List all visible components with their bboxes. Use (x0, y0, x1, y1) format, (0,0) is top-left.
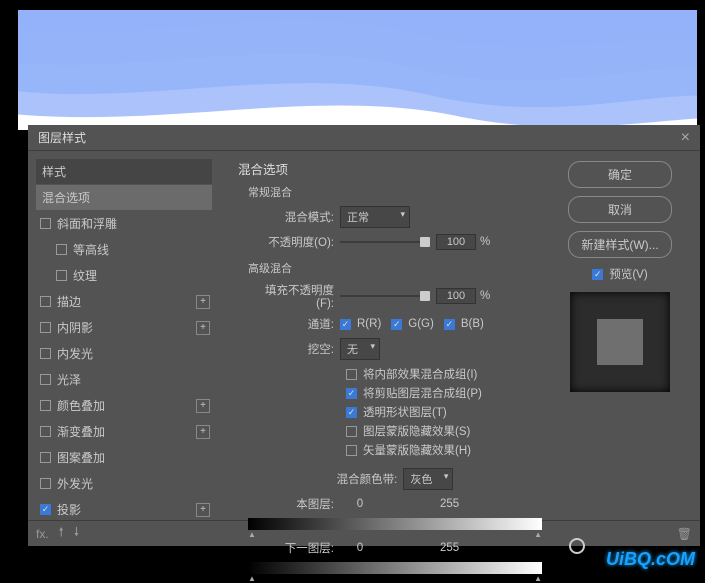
preview-swatch (570, 292, 670, 392)
effect-label: 斜面和浮雕 (57, 215, 117, 232)
under-layer-gradient[interactable]: ▲▲ (248, 562, 542, 578)
cancel-button[interactable]: 取消 (568, 196, 672, 223)
knockout-label: 挖空: (248, 341, 340, 357)
this-layer-gradient[interactable]: ▲▲ (248, 518, 542, 534)
add-effect-icon[interactable]: + (196, 503, 210, 517)
effect-item[interactable]: 内发光 (36, 341, 212, 366)
effects-list: 样式 混合选项 斜面和浮雕等高线纹理描边 + 内阴影 + 内发光光泽颜色叠加 + 渐变叠加 +… (28, 151, 220, 520)
blendif-label: 混合颜色带: (337, 471, 398, 487)
channels-label: 通道: (248, 316, 340, 332)
general-blending-title: 常规混合 (248, 184, 542, 200)
close-icon[interactable]: × (681, 125, 690, 150)
option-label: 将剪贴图层混合成组(P) (363, 385, 482, 401)
down-icon[interactable]: 🠗 (74, 523, 79, 544)
effect-item[interactable]: 斜面和浮雕 (36, 211, 212, 236)
effect-checkbox[interactable] (40, 296, 51, 307)
effect-checkbox[interactable] (40, 348, 51, 359)
add-effect-icon[interactable]: + (196, 295, 210, 309)
ok-button[interactable]: 确定 (568, 161, 672, 188)
this-layer-label: 本图层: (248, 496, 340, 512)
panel-title: 混合选项 (238, 159, 542, 178)
effect-checkbox[interactable]: ✓ (40, 504, 51, 515)
knockout-dropdown[interactable]: 无 (340, 338, 380, 360)
fill-opacity-label: 填充不透明度(F): (248, 282, 340, 310)
add-effect-icon[interactable]: + (196, 399, 210, 413)
effect-item[interactable]: ✓ 投影 + (36, 497, 212, 522)
right-panel: 确定 取消 新建样式(W)... ✓预览(V) (560, 151, 680, 520)
option-label: 矢量蒙版隐藏效果(H) (363, 442, 471, 458)
effect-label: 光泽 (57, 371, 81, 388)
opacity-slider[interactable] (340, 235, 430, 249)
option-label: 图层蒙版隐藏效果(S) (363, 423, 470, 439)
effect-label: 等高线 (73, 241, 109, 258)
fx-icon[interactable]: fx. (36, 527, 49, 541)
styles-header[interactable]: 样式 (36, 159, 212, 184)
fill-opacity-value[interactable]: 100 (436, 288, 476, 304)
add-effect-icon[interactable]: + (196, 425, 210, 439)
effect-checkbox[interactable] (40, 400, 51, 411)
effect-item[interactable]: 描边 + (36, 289, 212, 314)
effect-item[interactable]: 纹理 (36, 263, 212, 288)
titlebar[interactable]: 图层样式 × (28, 125, 700, 151)
effect-label: 内发光 (57, 345, 93, 362)
opacity-unit: % (480, 236, 490, 248)
effect-item[interactable]: 外发光 (36, 471, 212, 496)
channel-b-checkbox[interactable]: ✓ (444, 319, 455, 330)
effect-checkbox[interactable] (40, 374, 51, 385)
effect-item[interactable]: 等高线 (36, 237, 212, 262)
effect-label: 渐变叠加 (57, 423, 105, 440)
effect-checkbox[interactable] (40, 322, 51, 333)
fill-opacity-unit: % (480, 290, 490, 302)
effect-label: 纹理 (73, 267, 97, 284)
option-checkbox[interactable] (346, 426, 357, 437)
wechat-watermark (569, 538, 585, 554)
under-layer-label: 下一图层: (248, 540, 340, 556)
effect-checkbox[interactable] (56, 270, 67, 281)
add-effect-icon[interactable]: + (196, 321, 210, 335)
effect-label: 描边 (57, 293, 81, 310)
advanced-blending-title: 高级混合 (248, 260, 542, 276)
opacity-value[interactable]: 100 (436, 234, 476, 250)
effect-checkbox[interactable] (40, 452, 51, 463)
effect-item[interactable]: 内阴影 + (36, 315, 212, 340)
effect-item[interactable]: 图案叠加 (36, 445, 212, 470)
up-icon[interactable]: 🠕 (59, 523, 64, 544)
uibq-watermark: UiBQ.cOM (606, 549, 695, 570)
options-panel: 混合选项 常规混合 混合模式: 正常 不透明度(O): 100 % 高级混合 填… (220, 151, 560, 520)
effect-checkbox[interactable] (40, 218, 51, 229)
blend-mode-label: 混合模式: (248, 209, 340, 225)
blendif-dropdown[interactable]: 灰色 (403, 468, 453, 490)
canvas-preview (18, 10, 697, 130)
effect-checkbox[interactable] (56, 244, 67, 255)
effect-item[interactable]: 颜色叠加 + (36, 393, 212, 418)
option-checkbox[interactable]: ✓ (346, 388, 357, 399)
blending-options-selected[interactable]: 混合选项 (36, 185, 212, 210)
option-checkbox[interactable] (346, 445, 357, 456)
effect-label: 投影 (57, 501, 81, 518)
channel-r-checkbox[interactable]: ✓ (340, 319, 351, 330)
effect-checkbox[interactable] (40, 426, 51, 437)
dialog-title: 图层样式 (38, 125, 86, 150)
effect-label: 内阴影 (57, 319, 93, 336)
effect-label: 图案叠加 (57, 449, 105, 466)
effect-label: 颜色叠加 (57, 397, 105, 414)
effect-item[interactable]: 光泽 (36, 367, 212, 392)
option-label: 透明形状图层(T) (363, 404, 447, 420)
channel-g-checkbox[interactable]: ✓ (391, 319, 402, 330)
option-checkbox[interactable]: ✓ (346, 407, 357, 418)
effect-label: 外发光 (57, 475, 93, 492)
trash-icon[interactable]: 🗑 (677, 527, 692, 541)
layer-style-dialog: 图层样式 × 样式 混合选项 斜面和浮雕等高线纹理描边 + 内阴影 + 内发光光泽颜色叠… (28, 125, 700, 546)
fill-opacity-slider[interactable] (340, 289, 430, 303)
option-checkbox[interactable] (346, 369, 357, 380)
effect-item[interactable]: 渐变叠加 + (36, 419, 212, 444)
effect-checkbox[interactable] (40, 478, 51, 489)
option-label: 将内部效果混合成组(I) (363, 366, 477, 382)
opacity-label: 不透明度(O): (248, 234, 340, 250)
preview-checkbox[interactable]: ✓ (592, 269, 603, 280)
new-style-button[interactable]: 新建样式(W)... (568, 231, 672, 258)
blend-mode-dropdown[interactable]: 正常 (340, 206, 410, 228)
